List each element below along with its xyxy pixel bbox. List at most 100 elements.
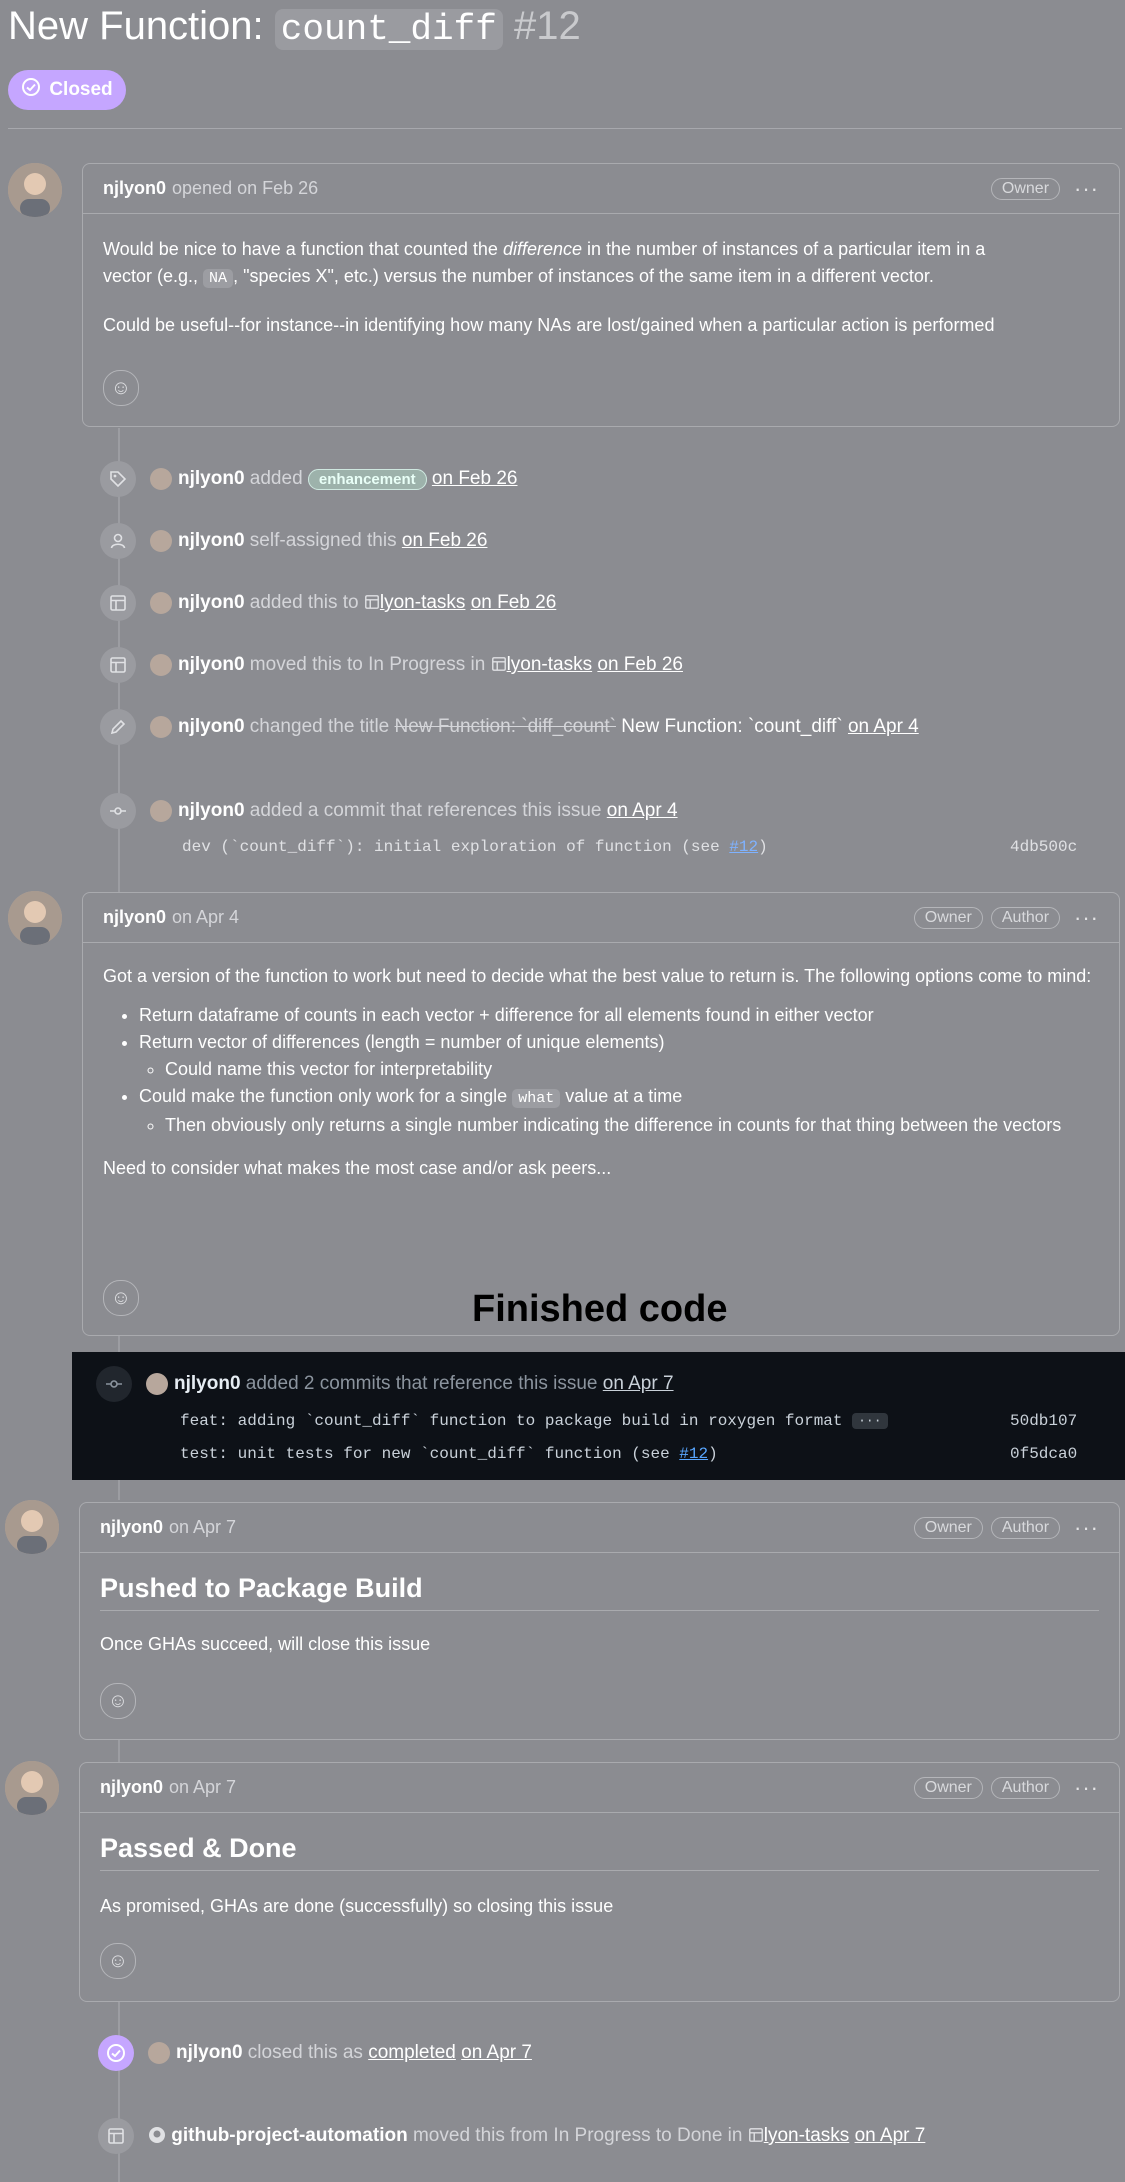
comment-author[interactable]: njlyon0 <box>103 178 166 199</box>
emphasis-text: difference <box>502 239 583 259</box>
expand-message-button[interactable]: ··· <box>852 1412 888 1429</box>
comment-paragraph: Need to consider what makes the most cas… <box>103 1158 612 1178</box>
event-text: self-assigned this <box>249 530 397 551</box>
text-span: Could make the function only work for a … <box>139 1086 513 1106</box>
comment-card-options: njlyon0 on Apr 4 Owner Author ··· Got a … <box>82 892 1120 1336</box>
add-reaction-button[interactable]: ☺ <box>100 1943 136 1979</box>
avatar[interactable] <box>150 591 172 614</box>
title-code: count_diff <box>274 9 503 50</box>
event-time[interactable]: on Feb 26 <box>471 592 557 613</box>
event-time[interactable]: on Apr 4 <box>607 800 678 821</box>
avatar[interactable] <box>150 529 172 552</box>
avatar[interactable] <box>150 715 172 738</box>
project-add-event: njlyon0 added this to lyon-tasks on Feb … <box>150 589 556 617</box>
commits-event: njlyon0 added 2 commits that reference t… <box>146 1370 674 1398</box>
old-title: New Function: `diff_count` <box>394 716 616 737</box>
avatar[interactable] <box>148 2041 170 2064</box>
event-user[interactable]: njlyon0 <box>178 468 245 489</box>
project-link[interactable]: lyon-tasks <box>507 654 593 675</box>
inline-code: what <box>512 1089 561 1108</box>
list-item: Return vector of differences (length = n… <box>139 1029 1099 1083</box>
project-link[interactable]: lyon-tasks <box>764 2125 850 2146</box>
commit-message[interactable]: dev (`count_diff`): initial exploration … <box>182 838 768 856</box>
add-reaction-button[interactable]: ☺ <box>103 370 139 406</box>
project-link[interactable]: lyon-tasks <box>380 592 466 613</box>
event-time[interactable]: on Apr 4 <box>848 716 919 737</box>
sub-list-item: Then obviously only returns a single num… <box>165 1112 1099 1139</box>
add-reaction-button[interactable]: ☺ <box>103 1280 139 1316</box>
text-span: vector (e.g., <box>103 266 204 286</box>
more-options-icon[interactable]: ··· <box>1074 176 1099 202</box>
smiley-icon: ☺ <box>107 1949 129 1972</box>
comment-timestamp[interactable]: on Apr 4 <box>172 907 239 928</box>
more-options-icon[interactable]: ··· <box>1074 1775 1099 1801</box>
avatar[interactable] <box>150 799 172 822</box>
comment-paragraph: Once GHAs succeed, will close this issue <box>100 1634 431 1654</box>
avatar[interactable] <box>8 163 62 217</box>
avatar[interactable] <box>146 1372 168 1395</box>
sub-list-item: Could name this vector for interpretabil… <box>165 1056 1099 1083</box>
commit-sha[interactable]: 50db107 <box>1010 1412 1077 1430</box>
comment-author[interactable]: njlyon0 <box>103 907 166 928</box>
event-user[interactable]: njlyon0 <box>176 2042 243 2063</box>
commit-message[interactable]: test: unit tests for new `count_diff` fu… <box>180 1445 718 1463</box>
event-user[interactable]: njlyon0 <box>178 654 245 675</box>
completed-link[interactable]: completed <box>368 2042 456 2063</box>
commit-sha[interactable]: 0f5dca0 <box>1010 1445 1077 1463</box>
event-user[interactable]: njlyon0 <box>174 1373 241 1394</box>
tag-icon <box>100 461 136 497</box>
event-time[interactable]: on Feb 26 <box>432 468 518 489</box>
status-label: Closed <box>49 79 113 100</box>
commit-message[interactable]: feat: adding `count_diff` function to pa… <box>180 1412 888 1430</box>
event-user[interactable]: github-project-automation <box>171 2125 407 2146</box>
owner-badge: Owner <box>913 1516 983 1539</box>
comment-paragraph: Would be nice to have a function that co… <box>103 236 1099 292</box>
comment-author[interactable]: njlyon0 <box>100 1517 163 1538</box>
project-table-icon <box>748 2125 764 2146</box>
event-time[interactable]: on Apr 7 <box>603 1373 674 1394</box>
closed-check-icon <box>21 77 41 103</box>
event-time[interactable]: on Feb 26 <box>597 654 683 675</box>
status-badge: Closed <box>8 70 126 110</box>
commit-icon <box>96 1366 132 1402</box>
avatar[interactable] <box>8 891 62 945</box>
enhancement-label[interactable]: enhancement <box>307 469 427 490</box>
more-options-icon[interactable]: ··· <box>1074 905 1099 931</box>
comment-timestamp[interactable]: opened on Feb 26 <box>172 178 318 199</box>
author-badge: Author <box>990 1516 1061 1539</box>
comment-author[interactable]: njlyon0 <box>100 1777 163 1798</box>
commit-event: njlyon0 added a commit that references t… <box>150 797 678 825</box>
comment-timestamp[interactable]: on Apr 7 <box>169 1777 236 1798</box>
commit-icon <box>100 793 136 829</box>
comment-paragraph: Got a version of the function to work bu… <box>103 966 1092 986</box>
commit-text: ) <box>758 838 768 856</box>
more-options-icon[interactable]: ··· <box>1074 1515 1099 1541</box>
avatar[interactable] <box>150 467 172 490</box>
text-span: , "species X", etc.) versus the number o… <box>233 266 934 286</box>
commit-sha[interactable]: 4db500c <box>1010 838 1077 856</box>
pencil-icon <box>100 709 136 745</box>
commit-text: test: unit tests for new `count_diff` fu… <box>180 1445 680 1463</box>
rename-event: njlyon0 changed the title New Function: … <box>150 713 919 741</box>
person-icon <box>100 523 136 559</box>
text-span: in the number of instances of a particul… <box>582 239 986 259</box>
avatar[interactable] <box>5 1761 59 1815</box>
event-user[interactable]: njlyon0 <box>178 530 245 551</box>
comment-paragraph: Could be useful--for instance--in identi… <box>103 315 995 335</box>
smiley-icon: ☺ <box>107 1689 129 1712</box>
avatar[interactable] <box>5 1500 59 1554</box>
comment-timestamp[interactable]: on Apr 7 <box>169 1517 236 1538</box>
add-reaction-button[interactable]: ☺ <box>100 1683 136 1719</box>
event-time[interactable]: on Apr 7 <box>461 2042 532 2063</box>
avatar[interactable] <box>150 653 172 676</box>
event-user[interactable]: njlyon0 <box>178 592 245 613</box>
event-user[interactable]: njlyon0 <box>178 800 245 821</box>
issue-ref-link[interactable]: #12 <box>679 1445 708 1463</box>
list-item: Return dataframe of counts in each vecto… <box>139 1002 1099 1029</box>
project-table-icon <box>98 2118 134 2154</box>
event-time[interactable]: on Feb 26 <box>402 530 488 551</box>
comment-header: njlyon0 on Apr 7 Owner Author ··· <box>80 1763 1119 1813</box>
issue-ref-link[interactable]: #12 <box>729 838 758 856</box>
event-time[interactable]: on Apr 7 <box>855 2125 926 2146</box>
event-user[interactable]: njlyon0 <box>178 716 245 737</box>
